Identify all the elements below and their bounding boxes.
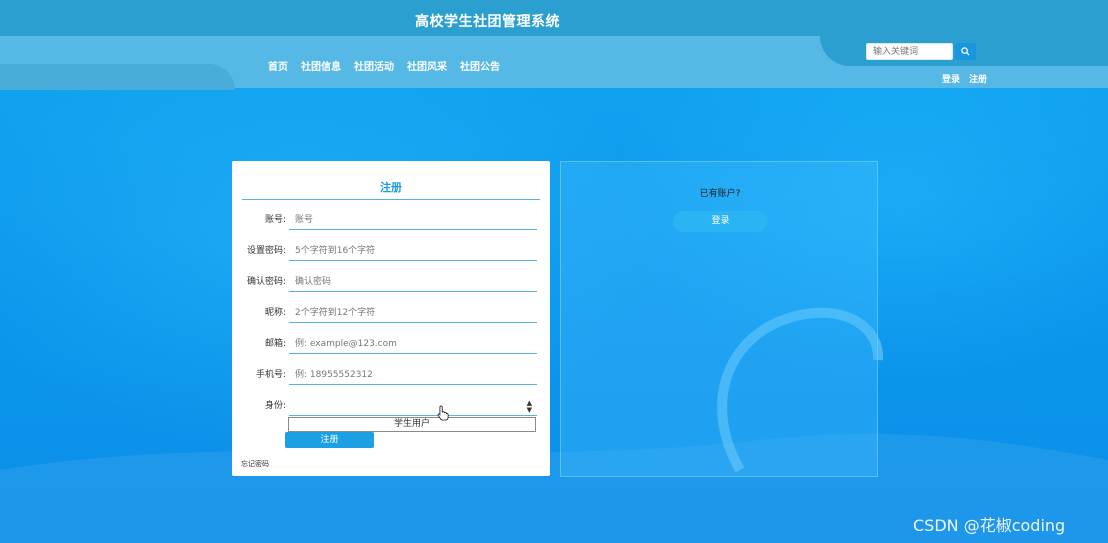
nav-item-club-showcase[interactable]: 社团风采 (407, 58, 447, 73)
nav-item-home[interactable]: 首页 (268, 58, 288, 73)
search-button[interactable] (955, 43, 976, 60)
identity-option-student[interactable]: 学生用户 (288, 417, 536, 432)
register-title: 注册 (380, 181, 402, 194)
nav-item-club-info[interactable]: 社团信息 (301, 58, 341, 73)
identity-select[interactable]: ▲ ▼ (289, 397, 537, 416)
form-row-email: 邮箱: (232, 335, 550, 355)
auth-links: 登录 注册 (942, 72, 987, 85)
select-arrows-icon: ▲ ▼ (526, 399, 532, 414)
nickname-label: 昵称: (264, 308, 286, 318)
nickname-field[interactable] (289, 304, 537, 323)
site-title: 高校学生社团管理系统 (415, 14, 560, 30)
form-row-confirm-password: 确认密码: (232, 273, 550, 293)
register-card: 注册 账号: 设置密码: 确认密码: 昵称: 邮箱: 手机号: 身份: ▲▼ 学… (232, 161, 550, 476)
login-panel: 已有账户? 登录 (560, 161, 878, 477)
form-row-nickname: 昵称: (232, 304, 550, 324)
have-account-text: 已有账户? (699, 189, 741, 199)
header-register-link[interactable]: 注册 (969, 72, 987, 85)
account-label: 账号: (264, 215, 286, 225)
register-button[interactable]: 注册 (285, 432, 374, 448)
confirm-password-field[interactable] (289, 273, 537, 292)
hand-cursor-icon (437, 405, 449, 421)
password-field[interactable] (289, 242, 537, 261)
phone-label: 手机号: (255, 370, 286, 380)
confirm-password-label: 确认密码: (246, 277, 286, 287)
password-label: 设置密码: (246, 246, 286, 256)
account-field[interactable] (289, 211, 537, 230)
main-nav-menu: 首页 社团信息 社团活动 社团风采 社团公告 (268, 58, 513, 73)
title-divider (242, 199, 540, 200)
form-row-password: 设置密码: (232, 242, 550, 262)
login-button[interactable]: 登录 (673, 211, 768, 232)
nav-wave-decoration (0, 64, 235, 90)
search-input[interactable] (866, 43, 953, 60)
email-field[interactable] (289, 335, 537, 354)
nav-item-club-activities[interactable]: 社团活动 (354, 58, 394, 73)
identity-label: 身份: (264, 401, 286, 411)
top-header-bar: 高校学生社团管理系统 (0, 0, 1108, 40)
search-icon (961, 47, 970, 56)
forgot-password-link[interactable]: 忘记密码 (241, 459, 269, 469)
nav-item-club-notices[interactable]: 社团公告 (460, 58, 500, 73)
form-row-identity: 身份: ▲ ▼ (232, 397, 550, 417)
csdn-watermark: CSDN @花椒coding (913, 516, 1066, 535)
phone-field[interactable] (289, 366, 537, 385)
form-row-account: 账号: (232, 211, 550, 231)
email-label: 邮箱: (264, 339, 286, 349)
header-login-link[interactable]: 登录 (942, 72, 960, 85)
form-row-phone: 手机号: (232, 366, 550, 386)
